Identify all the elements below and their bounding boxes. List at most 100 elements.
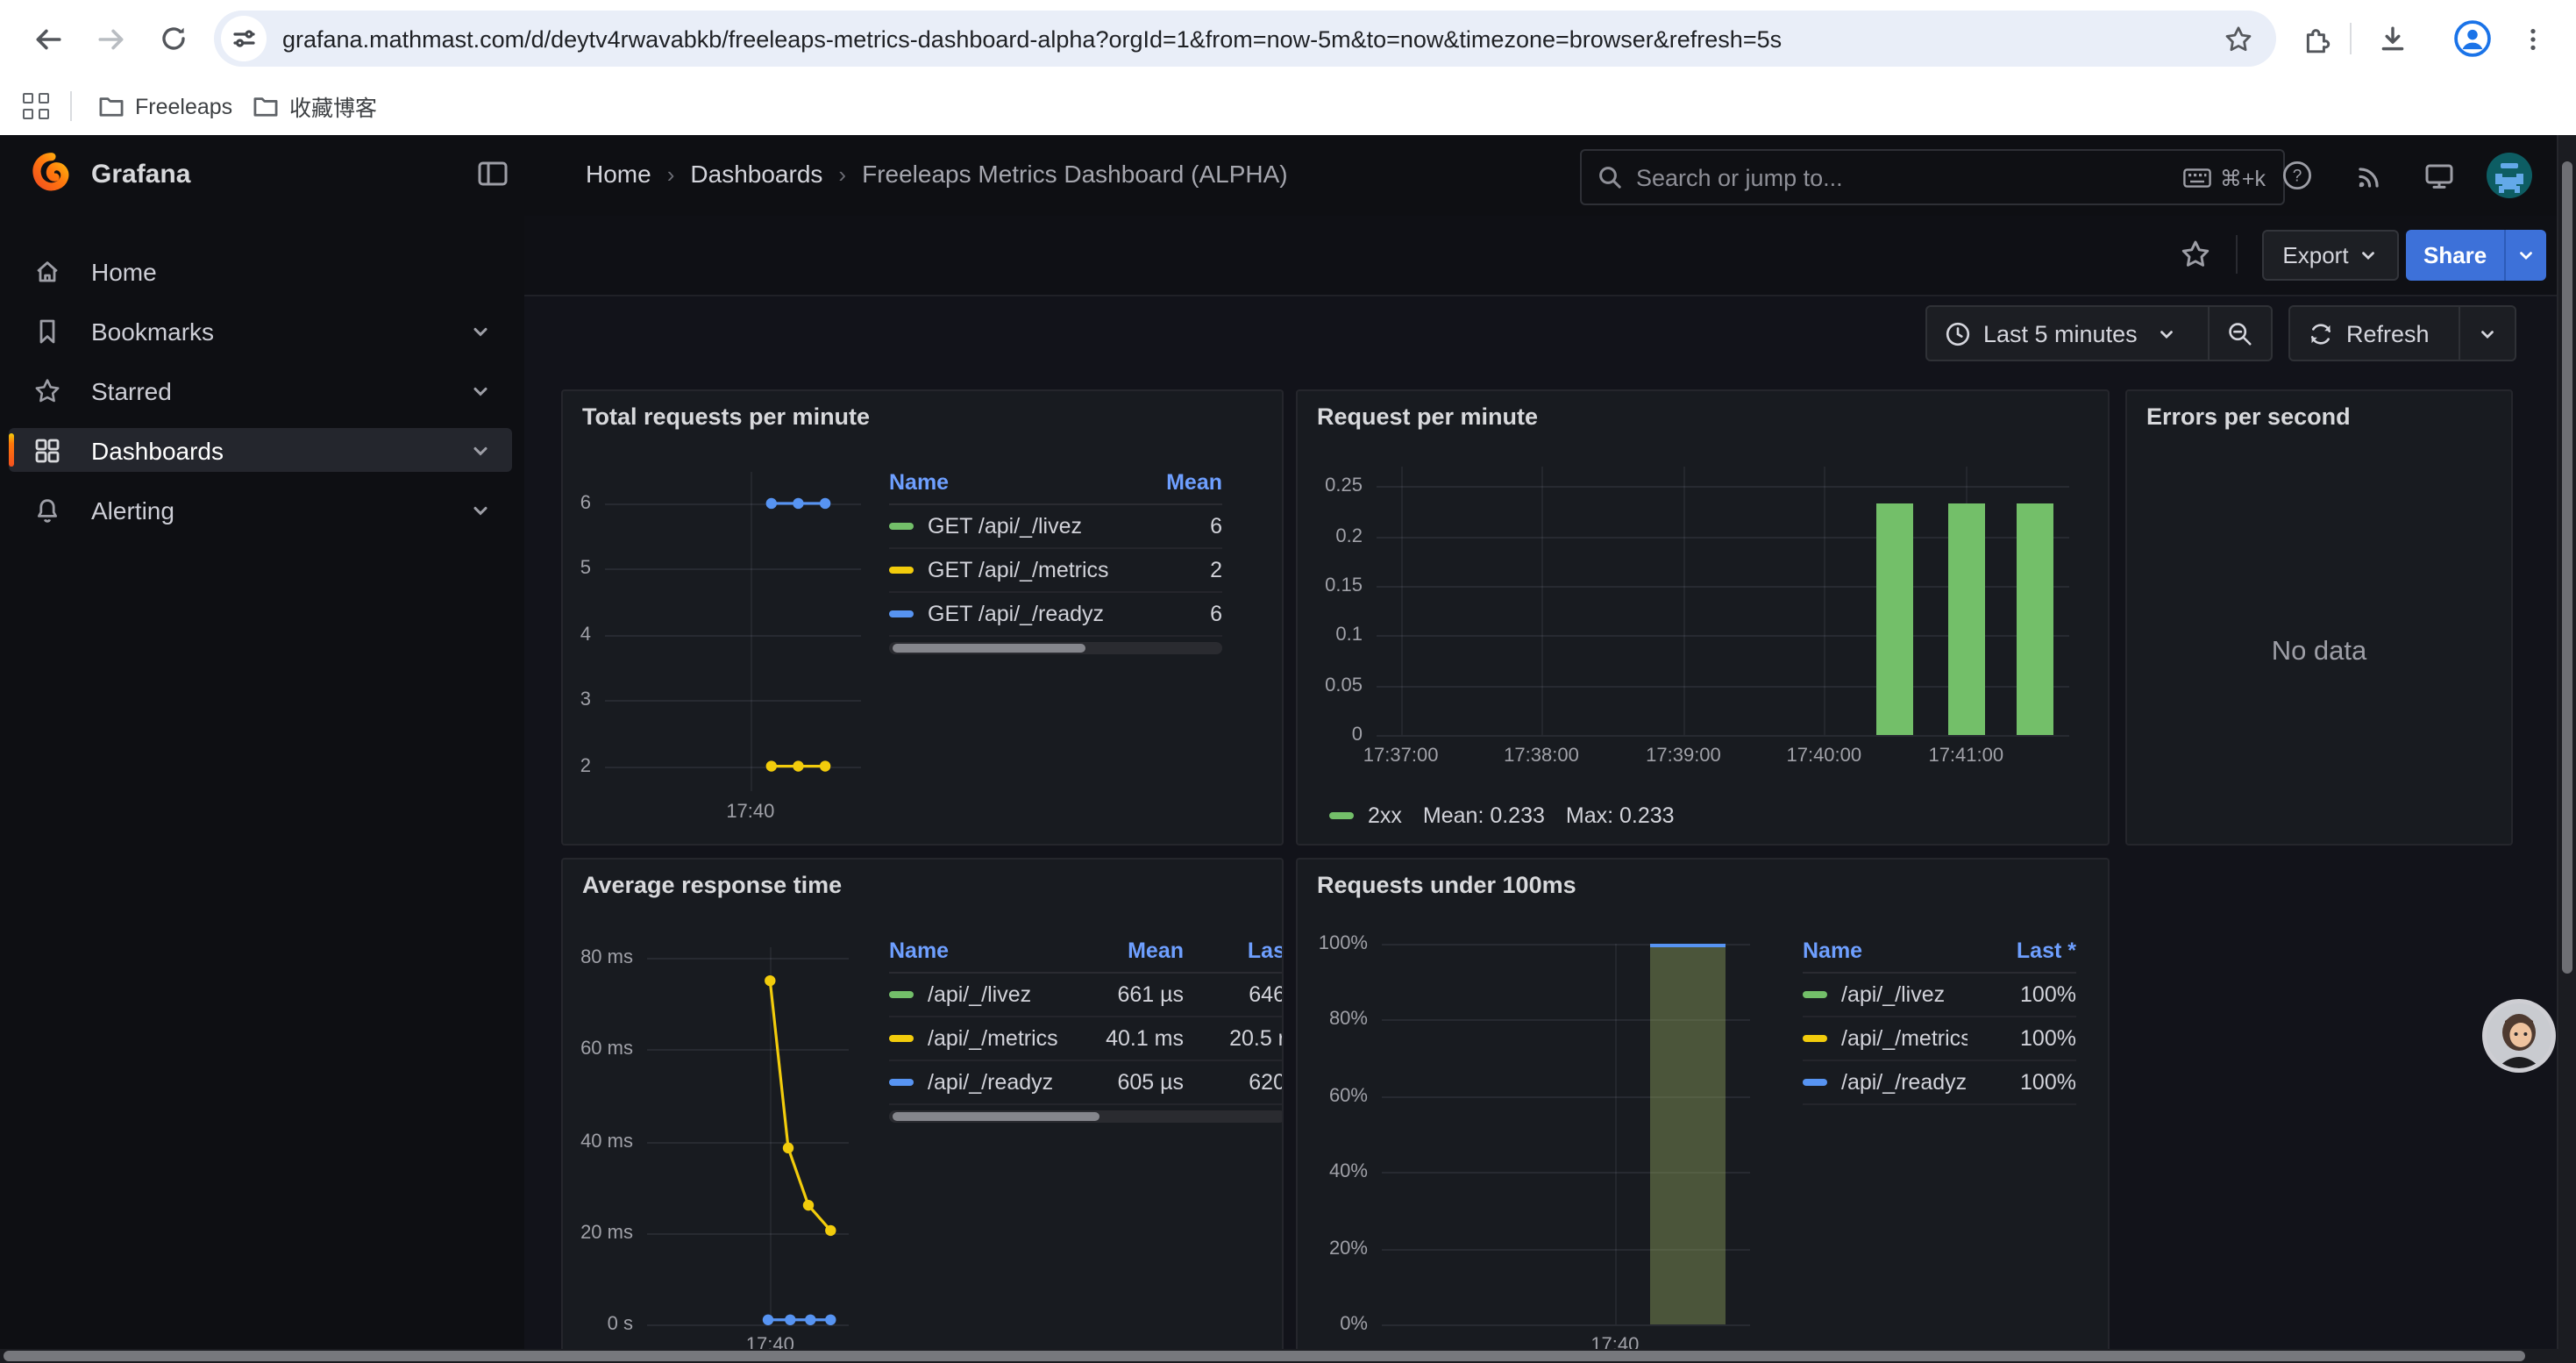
breadcrumb-dashboards[interactable]: Dashboards (690, 160, 822, 188)
grafana-logo[interactable] (28, 151, 75, 198)
panel-title[interactable]: Total requests per minute (582, 403, 870, 430)
sidebar-item-dashboards[interactable]: Dashboards (9, 428, 512, 472)
panel-request-per-minute[interactable]: Request per minute 0.250.20.150.10.05017… (1296, 389, 2110, 846)
bar (2017, 503, 2053, 735)
share-button[interactable]: Share (2406, 230, 2504, 281)
series-line (647, 947, 849, 1324)
series-name[interactable]: GET /api/_/metrics (928, 558, 1109, 582)
col-last[interactable]: Last * (1968, 938, 2076, 963)
table-row[interactable]: GET /api/_/metrics 2 (889, 549, 1222, 593)
url-bar[interactable]: grafana.mathmast.com/d/deytv4rwavabkb/fr… (214, 11, 2276, 67)
breadcrumb-current: Freeleaps Metrics Dashboard (ALPHA) (862, 160, 1288, 188)
horizontal-scrollbar[interactable] (0, 1349, 2558, 1363)
user-avatar[interactable] (2487, 153, 2532, 198)
panel-title[interactable]: Requests under 100ms (1317, 872, 1576, 898)
series-name[interactable]: GET /api/_/livez (928, 514, 1082, 539)
scrollbar-thumb[interactable] (2561, 161, 2572, 974)
bookmark-folder-freeleaps[interactable]: Freeleaps (88, 86, 243, 126)
kiosk-display-icon[interactable] (2418, 154, 2460, 196)
chevron-down-icon[interactable] (470, 439, 491, 460)
panel-title[interactable]: Request per minute (1317, 403, 1538, 430)
sidebar-item-alerting[interactable]: Alerting (9, 488, 512, 532)
apps-grid-icon[interactable] (23, 93, 49, 119)
grafana-topbar: Grafana Home › Dashboards › Freeleaps Me… (0, 135, 2576, 218)
help-icon[interactable]: ? (2276, 154, 2318, 196)
refresh-button[interactable]: Refresh (2290, 307, 2459, 360)
table-row[interactable]: /api/_/readyz 605 µs 620 (889, 1061, 1284, 1105)
series-name[interactable]: /api/_/metrics (928, 1026, 1058, 1051)
vertical-scrollbar[interactable] (2557, 135, 2576, 1363)
table-row[interactable]: GET /api/_/livez 6 (889, 505, 1222, 549)
reload-icon[interactable] (151, 16, 196, 61)
time-range-picker[interactable]: Last 5 minutes (1927, 307, 2208, 360)
favorite-star-icon[interactable] (2180, 239, 2211, 270)
table-row[interactable]: GET /api/_/readyz 6 (889, 593, 1222, 637)
extensions-icon[interactable] (2295, 18, 2338, 60)
table-row[interactable]: /api/_/livez 100% (1803, 974, 2076, 1017)
panel-title[interactable]: Average response time (582, 872, 842, 898)
col-mean[interactable]: Mean (1138, 470, 1222, 495)
table-row[interactable]: /api/_/livez 661 µs 646 (889, 974, 1284, 1017)
sidebar-item-bookmarks[interactable]: Bookmarks (9, 309, 512, 353)
zoom-out-button[interactable] (2210, 307, 2271, 360)
series-last: 620 (1184, 1070, 1284, 1095)
bookmark-star-icon[interactable] (2217, 18, 2259, 60)
scrollbar-thumb[interactable] (4, 1351, 2525, 1361)
col-name[interactable]: Name (889, 470, 1138, 495)
series-name[interactable]: GET /api/_/readyz (928, 602, 1104, 626)
series-color-pill (889, 1035, 914, 1042)
profile-avatar-icon[interactable] (2451, 18, 2494, 60)
breadcrumb-separator: › (838, 161, 846, 187)
chevron-down-icon[interactable] (470, 320, 491, 341)
col-mean[interactable]: Mean (1082, 938, 1184, 963)
sidebar: Home Bookmarks Starred Dashboards Alerti… (0, 216, 524, 1363)
refresh-interval-button[interactable] (2460, 307, 2515, 360)
breadcrumb-home[interactable]: Home (586, 160, 651, 188)
ytick: 0.1 (1335, 625, 1363, 646)
col-last[interactable]: Las (1184, 938, 1284, 963)
table-row[interactable]: /api/_/metrics 40.1 ms 20.5 r (889, 1017, 1284, 1061)
series-mean: 2 (1138, 558, 1222, 582)
browser-menu-icon[interactable] (2511, 18, 2553, 60)
news-rss-icon[interactable] (2348, 154, 2390, 196)
folder-icon (253, 95, 279, 118)
dashboard-main: Export Share Last 5 minutes (524, 216, 2576, 1363)
url-text[interactable]: grafana.mathmast.com/d/deytv4rwavabkb/fr… (282, 25, 2217, 52)
legend-scrollbar[interactable] (889, 642, 1222, 654)
site-settings-icon[interactable] (221, 16, 267, 61)
bookmark-folder-blogs[interactable]: 收藏博客 (242, 86, 388, 126)
series-name[interactable]: /api/_/livez (1841, 982, 1945, 1007)
legend: 2xx Mean: 0.233 Max: 0.233 (1329, 803, 1696, 828)
legend-scrollbar[interactable] (889, 1110, 1284, 1123)
panel-title[interactable]: Errors per second (2146, 403, 2351, 430)
assistant-avatar[interactable] (2487, 1003, 2551, 1068)
series-name[interactable]: /api/_/readyz (1841, 1070, 1967, 1095)
chevron-down-icon[interactable] (470, 380, 491, 401)
sidebar-item-home[interactable]: Home (9, 249, 512, 293)
series-name[interactable]: /api/_/readyz (928, 1070, 1053, 1095)
series-name[interactable]: /api/_/metrics (1841, 1026, 1968, 1051)
col-name[interactable]: Name (889, 938, 1082, 963)
table-row[interactable]: /api/_/readyz 100% (1803, 1061, 2076, 1105)
sidebar-item-starred[interactable]: Starred (9, 368, 512, 412)
search-input[interactable]: Search or jump to... ⌘+k (1580, 149, 2285, 205)
panel-total-requests[interactable]: Total requests per minute 6543217:40 Nam… (561, 389, 1284, 846)
chart-plot: 6543217:40 (605, 472, 861, 791)
export-button[interactable]: Export (2262, 230, 2399, 281)
table-row[interactable]: /api/_/metrics 100% (1803, 1017, 2076, 1061)
dock-sidebar-icon[interactable] (477, 160, 509, 188)
downloads-icon[interactable] (2371, 18, 2413, 60)
chevron-down-icon (2516, 246, 2536, 265)
panel-errors-per-second[interactable]: Errors per second No data (2125, 389, 2513, 846)
time-range-controls: Last 5 minutes (1925, 305, 2273, 361)
series-name[interactable]: /api/_/livez (928, 982, 1031, 1007)
col-name[interactable]: Name (1803, 938, 1968, 963)
chevron-down-icon (2157, 324, 2176, 343)
back-icon[interactable] (25, 16, 70, 61)
share-menu-button[interactable] (2504, 230, 2546, 281)
legend-series-name[interactable]: 2xx (1368, 803, 1402, 828)
chevron-down-icon[interactable] (470, 499, 491, 520)
panel-requests-under-100ms[interactable]: Requests under 100ms 100%80%60%40%20%0%1… (1296, 858, 2110, 1363)
panel-average-response-time[interactable]: Average response time 80 ms60 ms40 ms20 … (561, 858, 1284, 1363)
series-color-pill (889, 610, 914, 617)
